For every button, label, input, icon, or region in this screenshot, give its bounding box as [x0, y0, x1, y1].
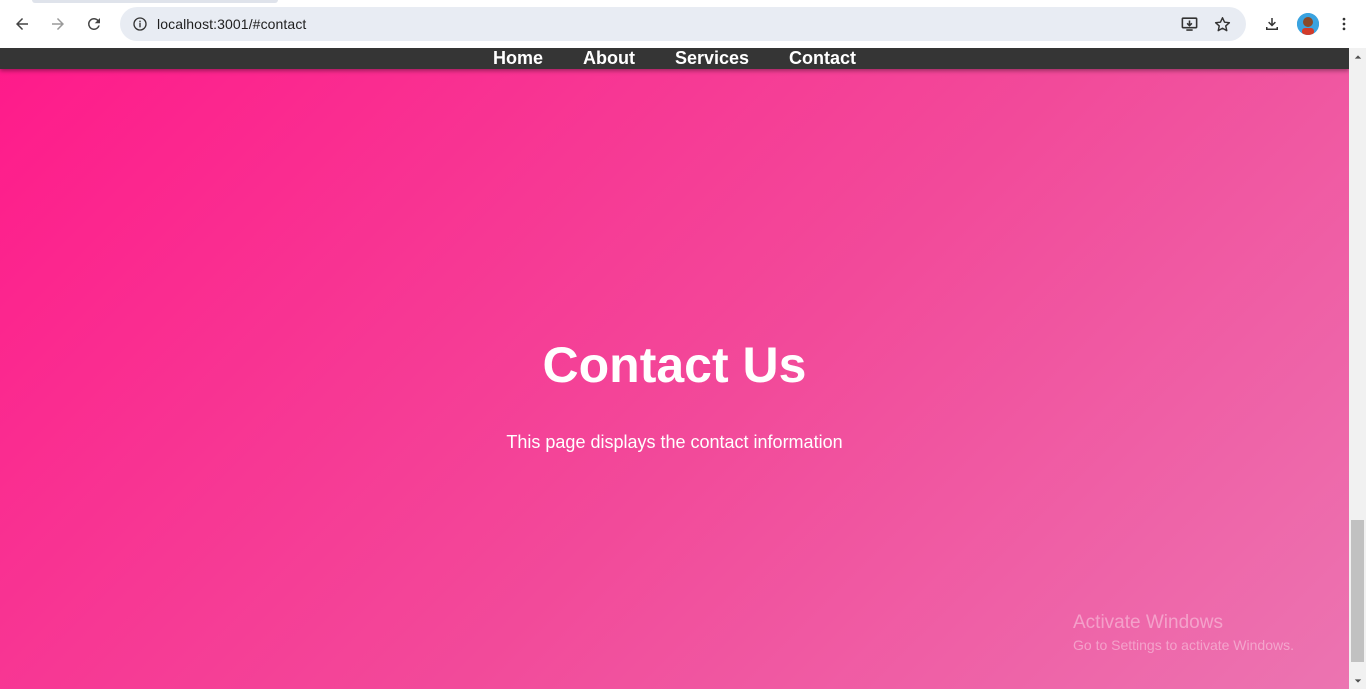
- url-text[interactable]: localhost:3001/#contact: [157, 16, 306, 32]
- reload-icon[interactable]: [80, 10, 108, 38]
- page-title: Contact Us: [542, 337, 807, 393]
- vertical-scrollbar[interactable]: [1349, 48, 1366, 689]
- watermark-title: Activate Windows: [1073, 612, 1223, 633]
- forward-arrow-icon[interactable]: [44, 10, 72, 38]
- page-viewport: Home About Services Contact Contact Us T…: [0, 48, 1349, 689]
- back-arrow-icon[interactable]: [8, 10, 36, 38]
- site-navbar: Home About Services Contact: [0, 48, 1349, 69]
- install-app-icon[interactable]: [1178, 13, 1200, 35]
- page-description: This page displays the contact informati…: [506, 432, 843, 452]
- info-icon[interactable]: [128, 12, 152, 36]
- scroll-down-arrow-icon[interactable]: [1349, 672, 1366, 689]
- tab-strip: [32, 0, 278, 3]
- nav-link-about[interactable]: About: [563, 48, 655, 69]
- browser-toolbar: localhost:3001/#contact: [0, 0, 1366, 48]
- windows-activation-watermark: Activate Windows Go to Settings to activ…: [1073, 611, 1294, 655]
- watermark-subtitle: Go to Settings to activate Windows.: [1073, 637, 1294, 653]
- scroll-thumb[interactable]: [1351, 520, 1364, 662]
- nav-link-home[interactable]: Home: [473, 48, 563, 69]
- star-icon[interactable]: [1211, 13, 1233, 35]
- scroll-up-arrow-icon[interactable]: [1349, 48, 1366, 65]
- nav-link-services[interactable]: Services: [655, 48, 769, 69]
- nav-link-contact[interactable]: Contact: [769, 48, 876, 69]
- avatar[interactable]: [1297, 13, 1319, 35]
- kebab-menu-icon[interactable]: [1330, 10, 1358, 38]
- address-bar[interactable]: localhost:3001/#contact: [120, 7, 1246, 41]
- download-icon[interactable]: [1258, 10, 1286, 38]
